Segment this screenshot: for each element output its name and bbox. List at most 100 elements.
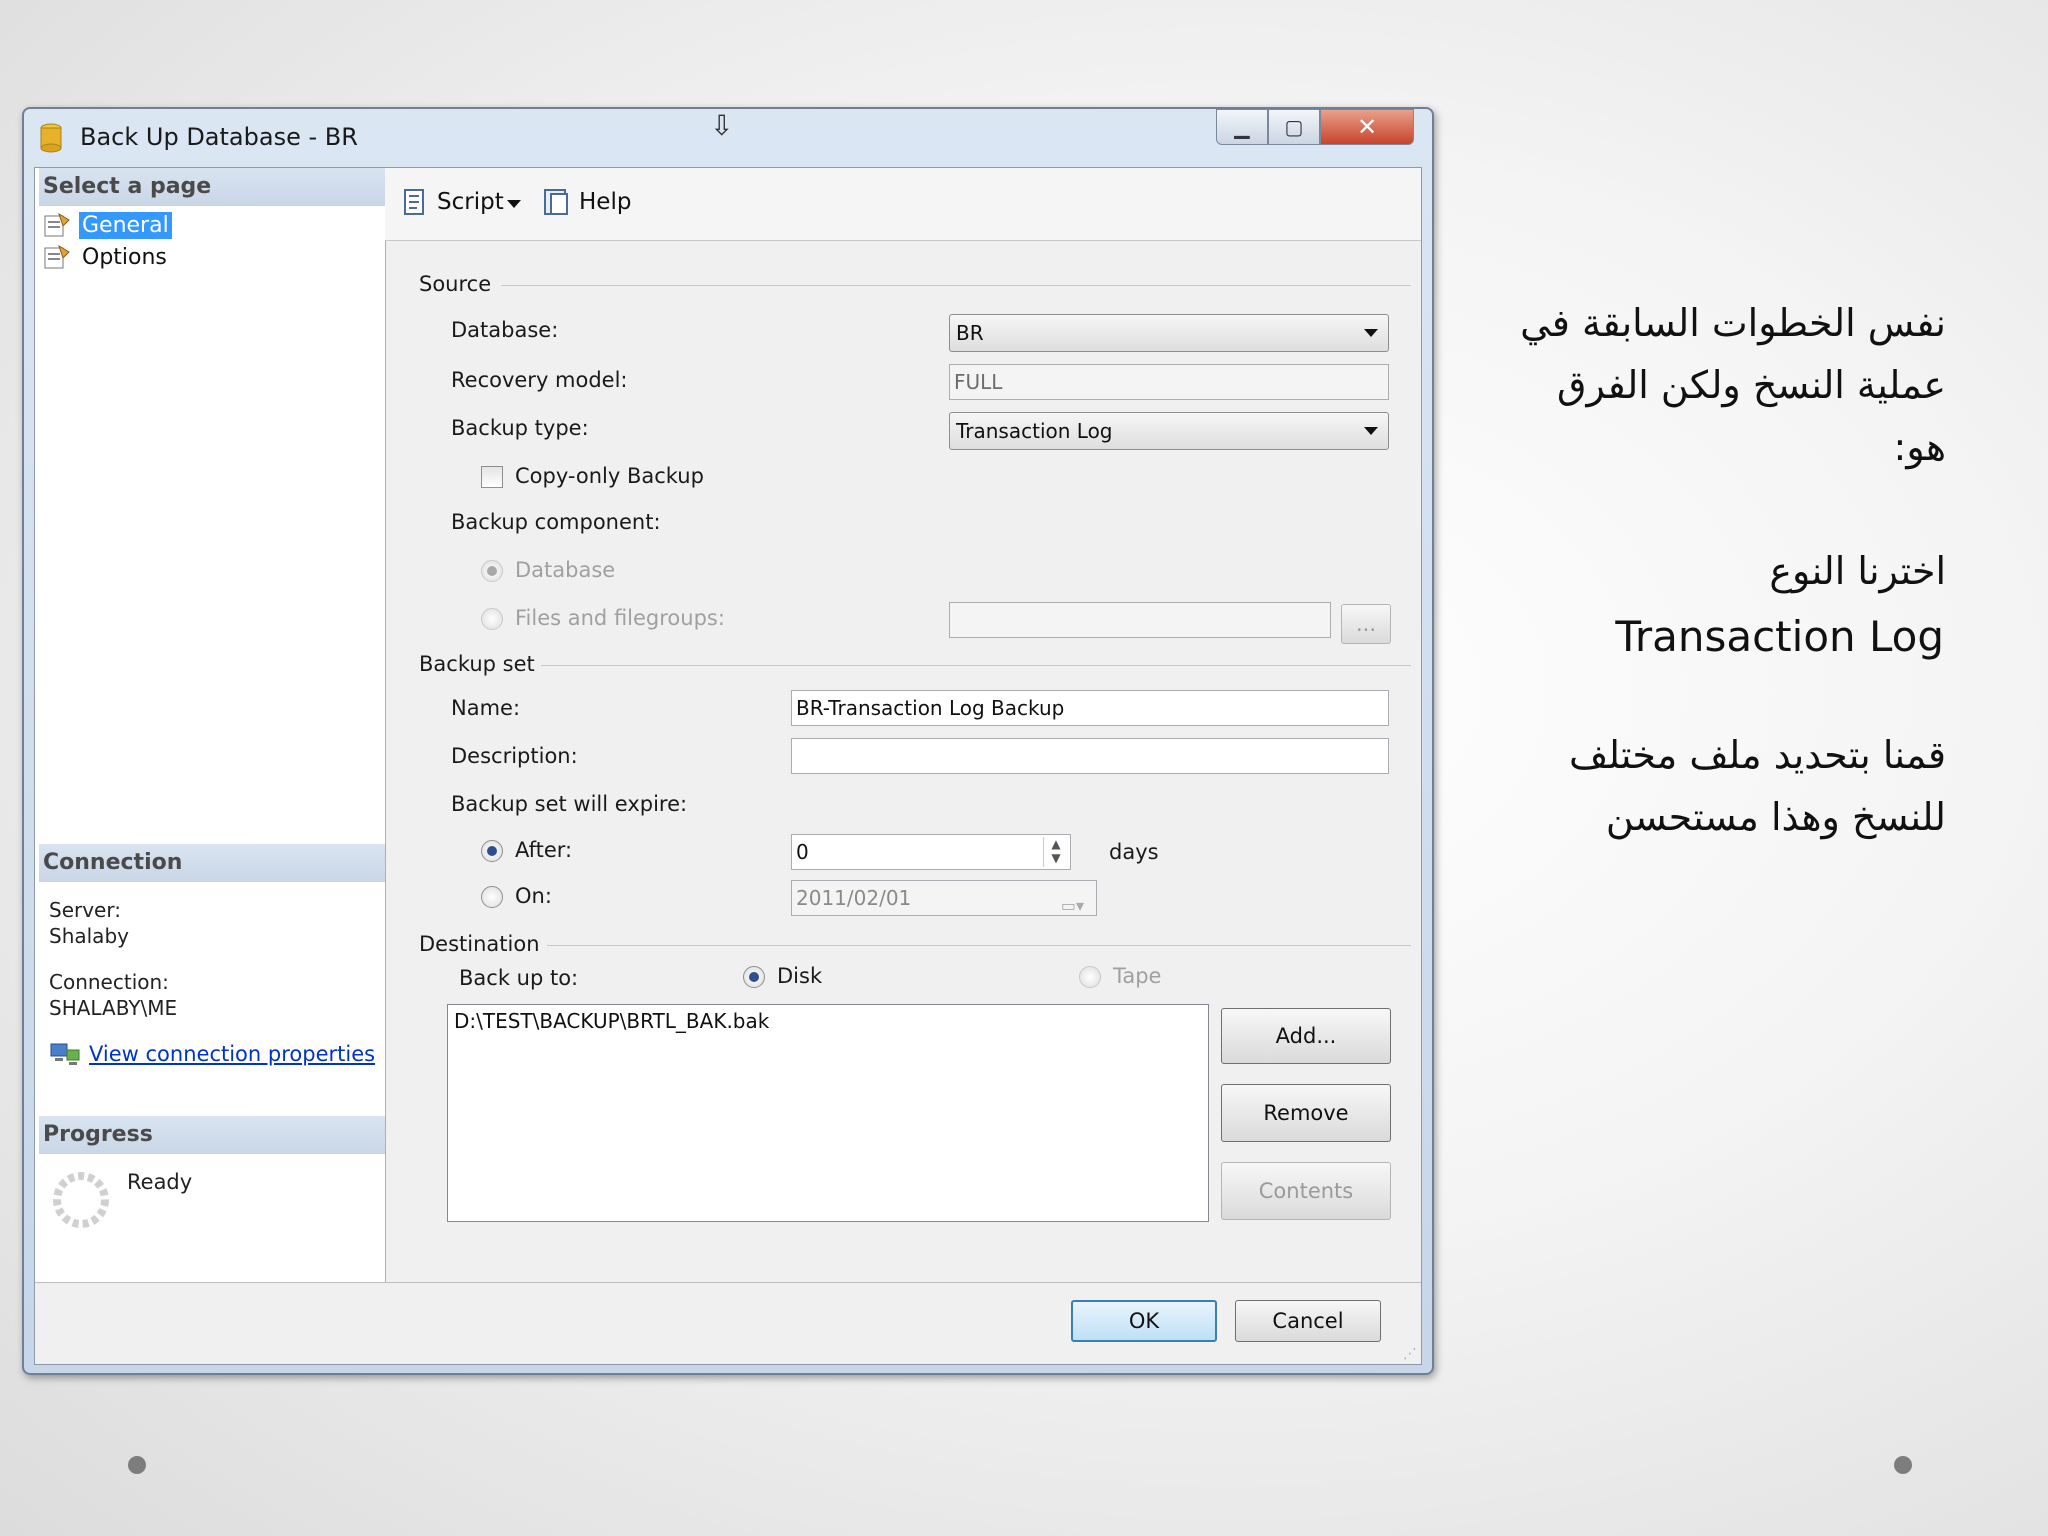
close-button[interactable]: ✕ bbox=[1320, 109, 1414, 145]
cancel-button[interactable]: Cancel bbox=[1235, 1300, 1381, 1342]
destination-group-label: Destination bbox=[419, 932, 540, 956]
slide-text-line: قمنا بتحديد ملف مختلف bbox=[1569, 733, 1946, 777]
component-database-radio[interactable] bbox=[481, 560, 503, 582]
help-button[interactable]: Help bbox=[541, 186, 631, 218]
page-properties-icon bbox=[44, 212, 70, 237]
copy-only-label: Copy-only Backup bbox=[515, 464, 704, 488]
add-button[interactable]: Add... bbox=[1221, 1008, 1391, 1064]
list-item[interactable]: D:\TEST\BACKUP\BRTL_BAK.bak bbox=[454, 1009, 1202, 1033]
script-button[interactable]: Script bbox=[399, 186, 504, 218]
progress-status: Ready bbox=[127, 1170, 193, 1194]
backup-type-label: Backup type: bbox=[451, 416, 589, 440]
destination-divider bbox=[547, 945, 1411, 946]
page-item-general[interactable]: General bbox=[43, 210, 172, 240]
remove-button[interactable]: Remove bbox=[1221, 1084, 1391, 1142]
expire-after-label: After: bbox=[515, 838, 573, 862]
destination-list[interactable]: D:\TEST\BACKUP\BRTL_BAK.bak bbox=[447, 1004, 1209, 1222]
name-label: Name: bbox=[451, 696, 521, 720]
slide-text-english: Transaction Log bbox=[1615, 612, 1944, 661]
connection-properties-icon bbox=[50, 1043, 80, 1065]
footer-divider bbox=[35, 1282, 1421, 1283]
expire-after-value: 0 bbox=[796, 840, 809, 864]
slide-text-line: نفس الخطوات السابقة في bbox=[1520, 301, 1946, 345]
connection-label: Connection: bbox=[49, 970, 169, 994]
slide-bullet-dot bbox=[1894, 1456, 1912, 1474]
select-page-header: Select a page bbox=[39, 168, 385, 206]
connection-value: SHALABY\ME bbox=[49, 996, 178, 1020]
description-input[interactable] bbox=[791, 738, 1389, 774]
copy-only-checkbox[interactable] bbox=[481, 466, 503, 488]
disk-radio[interactable] bbox=[743, 966, 765, 988]
cursor-arrow-icon: ⇩ bbox=[710, 109, 734, 142]
server-label: Server: bbox=[49, 898, 121, 922]
page-properties-icon bbox=[44, 244, 70, 269]
component-files-label: Files and filegroups: bbox=[515, 606, 725, 630]
description-label: Description: bbox=[451, 744, 578, 768]
slide-bullet-dot bbox=[128, 1456, 146, 1474]
page-label-general: General bbox=[79, 211, 172, 239]
expire-label: Backup set will expire: bbox=[451, 792, 688, 816]
component-files-radio[interactable] bbox=[481, 608, 503, 630]
toolbar: Script Help bbox=[385, 168, 1421, 241]
backup-to-label: Back up to: bbox=[459, 966, 579, 990]
backup-dialog-window: Back Up Database - BR ⇩ ▁ ▢ ✕ Select a p… bbox=[22, 107, 1434, 1375]
expire-on-value: 2011/02/01 bbox=[796, 886, 912, 910]
progress-header: Progress bbox=[39, 1116, 385, 1154]
backup-name-input[interactable]: BR-Transaction Log Backup bbox=[791, 690, 1389, 726]
expire-on-radio[interactable] bbox=[481, 886, 503, 908]
database-combo[interactable]: BR bbox=[949, 314, 1389, 352]
source-group-label: Source bbox=[419, 272, 492, 296]
slide-text-line: هو: bbox=[1893, 425, 1946, 469]
expire-after-radio[interactable] bbox=[481, 840, 503, 862]
expire-after-spinner[interactable]: 0 ▲ ▼ bbox=[791, 834, 1071, 870]
page-label-options: Options bbox=[82, 244, 167, 270]
chevron-down-icon bbox=[1364, 427, 1378, 435]
slide-text-line: عملية النسخ ولكن الفرق bbox=[1557, 363, 1946, 407]
backup-set-group-label: Backup set bbox=[419, 652, 535, 676]
browse-files-button[interactable]: ... bbox=[1341, 604, 1391, 644]
chevron-down-icon bbox=[507, 200, 521, 208]
component-database-label: Database bbox=[515, 558, 616, 582]
backup-set-divider bbox=[541, 665, 1411, 666]
tape-radio[interactable] bbox=[1079, 966, 1101, 988]
left-pane: Select a page General Options Connection bbox=[35, 168, 386, 1282]
script-label: Script bbox=[437, 189, 504, 215]
resize-grip-icon[interactable]: ⋰ bbox=[1403, 1346, 1417, 1362]
script-icon bbox=[404, 189, 424, 215]
backup-type-value: Transaction Log bbox=[956, 419, 1113, 443]
slide-text-line: للنسخ وهذا مستحسن bbox=[1605, 795, 1946, 839]
recovery-model-label: Recovery model: bbox=[451, 368, 628, 392]
chevron-down-icon bbox=[1364, 329, 1378, 337]
help-label: Help bbox=[579, 189, 632, 215]
spinner-arrows-icon[interactable]: ▲ ▼ bbox=[1043, 837, 1068, 867]
database-value: BR bbox=[956, 321, 984, 345]
disk-label: Disk bbox=[777, 964, 823, 988]
view-connection-properties-link[interactable]: View connection properties bbox=[89, 1042, 375, 1066]
database-label: Database: bbox=[451, 318, 559, 342]
page-item-options[interactable]: Options bbox=[43, 242, 170, 272]
progress-spinner-icon bbox=[53, 1172, 109, 1228]
recovery-model-field: FULL bbox=[949, 364, 1389, 400]
contents-button[interactable]: Contents bbox=[1221, 1162, 1391, 1220]
connection-header: Connection bbox=[39, 844, 385, 882]
title-bar[interactable]: Back Up Database - BR ⇩ ▁ ▢ ✕ bbox=[24, 109, 1432, 167]
help-icon bbox=[544, 189, 568, 215]
backup-type-combo[interactable]: Transaction Log bbox=[949, 412, 1389, 450]
backup-component-label: Backup component: bbox=[451, 510, 661, 534]
dialog-client-area: Select a page General Options Connection bbox=[34, 167, 1422, 1365]
slide-text-line: اخترنا النوع bbox=[1769, 549, 1946, 593]
source-divider bbox=[501, 285, 1411, 286]
script-dropdown-arrow[interactable] bbox=[507, 192, 521, 208]
days-label: days bbox=[1109, 840, 1159, 864]
maximize-button[interactable]: ▢ bbox=[1268, 109, 1320, 145]
ok-button[interactable]: OK bbox=[1071, 1300, 1217, 1342]
server-value: Shalaby bbox=[49, 924, 129, 948]
minimize-button[interactable]: ▁ bbox=[1216, 109, 1268, 145]
window-title: Back Up Database - BR bbox=[80, 123, 358, 151]
expire-on-label: On: bbox=[515, 884, 552, 908]
calendar-icon: ▭▾ bbox=[1060, 896, 1084, 915]
files-filegroups-field bbox=[949, 602, 1331, 638]
tape-label: Tape bbox=[1113, 964, 1162, 988]
database-icon bbox=[40, 123, 62, 153]
expire-on-date-field: 2011/02/01 ▭▾ bbox=[791, 880, 1097, 916]
